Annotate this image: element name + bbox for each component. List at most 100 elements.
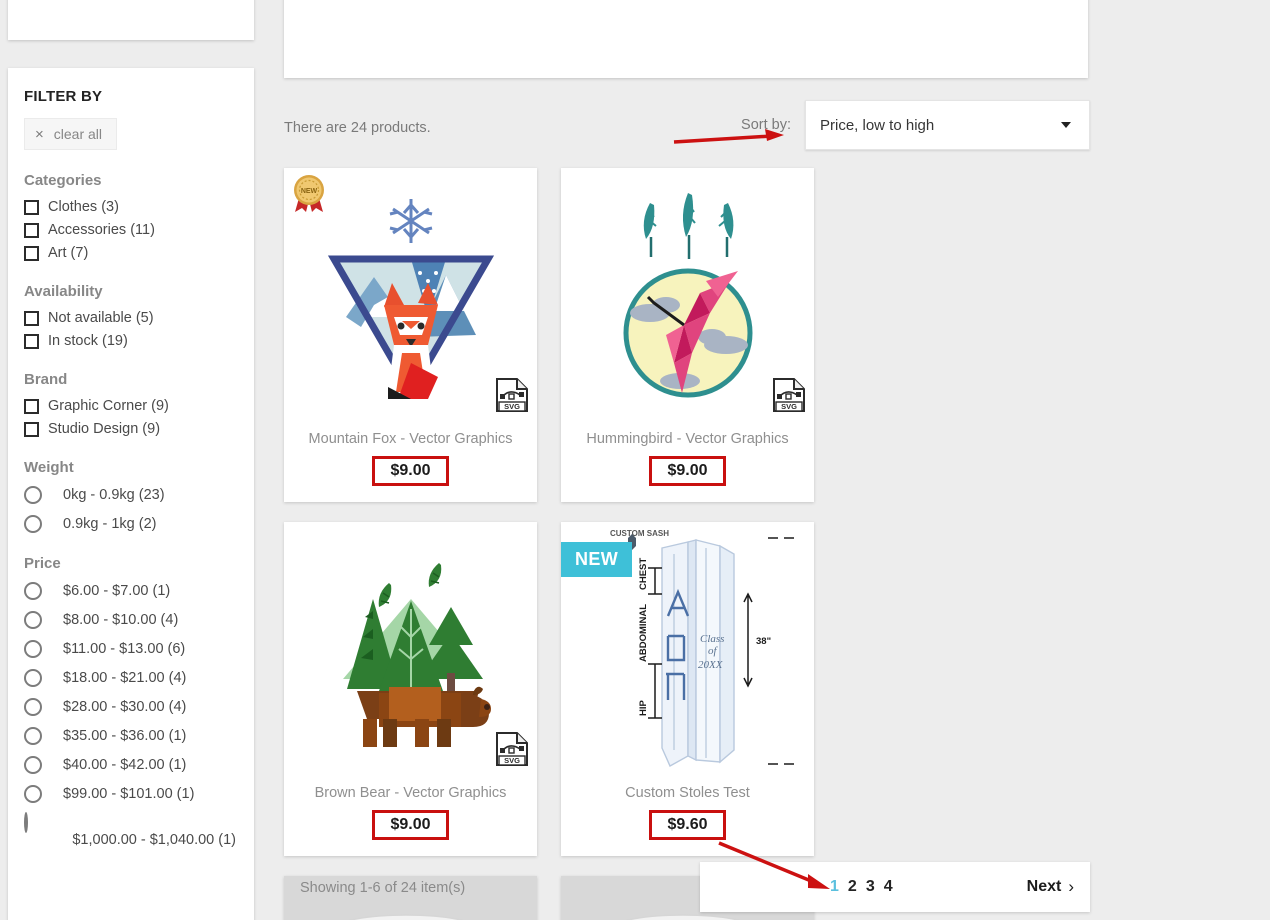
- showing-count: Showing 1-6 of 24 item(s): [300, 880, 466, 896]
- checkbox[interactable]: [24, 398, 39, 414]
- facet-option-label: $8.00 - $10.00 (4): [63, 612, 179, 628]
- radio-button[interactable]: [24, 698, 42, 716]
- product-card[interactable]: NEW SVG Mountain Fox - Vector Graphics $…: [284, 168, 537, 502]
- facet-title-availability: Availability: [24, 283, 103, 300]
- clear-all-button[interactable]: × clear all: [24, 118, 118, 150]
- page-link[interactable]: 2: [848, 878, 857, 896]
- filter-by-title: FILTER BY: [24, 88, 103, 105]
- svg-text:ABDOMINAL: ABDOMINAL: [638, 603, 649, 661]
- product-price: $9.00: [372, 810, 449, 840]
- facet-option-label: 0kg - 0.9kg (23): [63, 487, 165, 503]
- facet-option-label: Clothes (3): [48, 199, 119, 215]
- checkbox[interactable]: [24, 199, 39, 215]
- checkbox[interactable]: [24, 421, 39, 437]
- facet-option-label: $6.00 - $7.00 (1): [63, 583, 171, 599]
- facet-option[interactable]: 0.9kg - 1kg (2): [24, 515, 238, 533]
- sort-by-select[interactable]: Price, low to high: [805, 100, 1090, 150]
- product-thumbnail[interactable]: SVG: [284, 522, 537, 775]
- facet-option[interactable]: Clothes (3): [24, 199, 238, 215]
- svg-file-icon: SVG: [773, 378, 805, 412]
- facet-option-label: $28.00 - $30.00 (4): [63, 699, 187, 715]
- facet-option[interactable]: Graphic Corner (9): [24, 398, 238, 414]
- facet-option[interactable]: In stock (19): [24, 333, 238, 349]
- clear-all-label: clear all: [53, 126, 103, 142]
- facet-option[interactable]: $11.00 - $13.00 (6): [24, 640, 238, 658]
- product-name[interactable]: Mountain Fox - Vector Graphics: [292, 431, 529, 447]
- medal-new-badge-icon: NEW: [294, 175, 324, 212]
- product-name[interactable]: Custom Stoles Test: [569, 785, 806, 801]
- product-thumbnail[interactable]: SVG: [561, 168, 814, 421]
- product-card[interactable]: NEW CUSTOM SASH Class of 20XX CHEST ABDO…: [561, 522, 814, 856]
- svg-file-icon: SVG: [495, 377, 529, 413]
- checkbox[interactable]: [24, 333, 39, 349]
- listing-toolbar: There are 24 products. Sort by: Price, l…: [284, 100, 1090, 156]
- facet-option[interactable]: $18.00 - $21.00 (4): [24, 669, 238, 687]
- radio-button[interactable]: [24, 611, 42, 629]
- product-name[interactable]: Hummingbird - Vector Graphics: [569, 431, 806, 447]
- next-page-button[interactable]: Next ›: [1027, 877, 1074, 897]
- facet-option[interactable]: $8.00 - $10.00 (4): [24, 611, 238, 629]
- page-link[interactable]: 4: [884, 878, 893, 896]
- facet-option-label: Studio Design (9): [48, 421, 161, 437]
- product-info: Brown Bear - Vector Graphics $9.00: [284, 775, 537, 856]
- products-count: There are 24 products.: [284, 120, 431, 136]
- facet-option-label: $1,000.00 - $1,040.00 (1): [72, 832, 236, 848]
- facet-option[interactable]: Not available (5): [24, 310, 238, 326]
- new-medal-badge: NEW: [289, 172, 329, 219]
- filter-sidebar: FILTER BY × clear all Categories Clothes …: [8, 68, 254, 920]
- facet-option[interactable]: $28.00 - $30.00 (4): [24, 698, 238, 716]
- radio-button[interactable]: [24, 515, 42, 533]
- svg-text:HIP: HIP: [638, 699, 649, 716]
- facet-option-label: 0.9kg - 1kg (2): [63, 516, 157, 532]
- radio-button[interactable]: [24, 582, 42, 600]
- product-price: $9.60: [649, 810, 726, 840]
- radio-button[interactable]: [24, 785, 42, 803]
- facet-title-price: Price: [24, 555, 61, 572]
- facet-option[interactable]: $99.00 - $101.00 (1): [24, 785, 238, 803]
- facet-title-brand: Brand: [24, 371, 68, 388]
- page-link[interactable]: 1: [830, 878, 839, 896]
- facet-option[interactable]: Accessories (11): [24, 222, 238, 238]
- facet-option[interactable]: $1,000.00 - $1,040.00 (1): [24, 812, 238, 848]
- product-info: Mountain Fox - Vector Graphics $9.00: [284, 421, 537, 502]
- product-price: $9.00: [649, 456, 726, 486]
- checkbox[interactable]: [24, 245, 39, 261]
- facet-option[interactable]: $6.00 - $7.00 (1): [24, 582, 238, 600]
- checkbox[interactable]: [24, 310, 39, 326]
- radio-button[interactable]: [24, 727, 42, 745]
- svg-text:Class: Class: [700, 633, 724, 645]
- radio-button[interactable]: [24, 669, 42, 687]
- page-link[interactable]: 3: [866, 878, 875, 896]
- close-icon: ×: [35, 125, 44, 143]
- facet-option[interactable]: $35.00 - $36.00 (1): [24, 727, 238, 745]
- sort-control: Sort by: Price, low to high: [741, 100, 1090, 150]
- facet-title-categories: Categories: [24, 172, 102, 189]
- pagination: 1234 Next ›: [700, 862, 1090, 912]
- facet-option[interactable]: Studio Design (9): [24, 421, 238, 437]
- new-flag-badge: NEW: [561, 542, 633, 577]
- facet-option-label: $99.00 - $101.00 (1): [63, 786, 195, 802]
- svg-text:SVG: SVG: [504, 402, 520, 411]
- next-label: Next: [1026, 878, 1062, 895]
- product-info: Custom Stoles Test $9.60: [561, 775, 814, 856]
- product-name[interactable]: Brown Bear - Vector Graphics: [292, 785, 529, 801]
- radio-button[interactable]: [24, 756, 42, 774]
- checkbox[interactable]: [24, 222, 39, 238]
- facet-option[interactable]: Art (7): [24, 245, 238, 261]
- chevron-right-icon: ›: [1068, 877, 1074, 896]
- product-grid: NEW SVG Mountain Fox - Vector Graphics $…: [284, 168, 1090, 920]
- svg-file-icon: SVG: [496, 732, 528, 766]
- radio-button[interactable]: [24, 640, 42, 658]
- facet-option-label: In stock (19): [48, 333, 128, 349]
- product-card[interactable]: SVG Brown Bear - Vector Graphics $9.00: [284, 522, 537, 856]
- facet-option-label: Art (7): [48, 245, 89, 261]
- radio-button[interactable]: [24, 812, 28, 833]
- facet-option[interactable]: 0kg - 0.9kg (23): [24, 486, 238, 504]
- product-card[interactable]: SVG Hummingbird - Vector Graphics $9.00: [561, 168, 814, 502]
- facet-option[interactable]: $40.00 - $42.00 (1): [24, 756, 238, 774]
- main-content: There are 24 products. Sort by: Price, l…: [284, 100, 1090, 920]
- svg-text:SVG: SVG: [504, 756, 520, 765]
- svg-text:38": 38": [756, 636, 771, 647]
- radio-button[interactable]: [24, 486, 42, 504]
- facet-option-label: $18.00 - $21.00 (4): [63, 670, 187, 686]
